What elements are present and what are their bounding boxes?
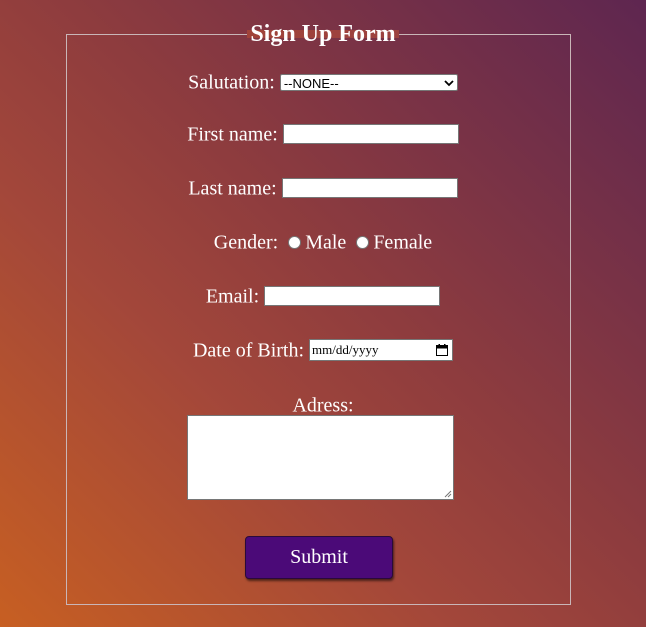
address-textarea[interactable]	[187, 415, 454, 500]
dob-row: Date of Birth: mm/dd/yyyy	[0, 337, 646, 362]
gender-female-radio[interactable]	[356, 235, 370, 249]
address-label: Adress:	[292, 394, 354, 417]
salutation-label: Salutation:	[188, 71, 275, 94]
dob-label: Date of Birth:	[192, 339, 305, 362]
gender-male-radio[interactable]	[288, 235, 302, 249]
last-name-row: Last name:	[0, 175, 646, 200]
first-name-label: First name:	[187, 123, 278, 146]
dob-placeholder: mm/dd/yyyy	[312, 342, 379, 358]
gender-female-label[interactable]: Female	[373, 231, 432, 253]
first-name-input[interactable]	[282, 124, 459, 145]
signup-fieldset	[66, 34, 571, 605]
gender-male-label[interactable]: Male	[305, 231, 346, 253]
address-row: Adress:	[0, 392, 646, 417]
resize-grip-icon[interactable]	[443, 489, 452, 498]
email-label: Email:	[205, 285, 260, 308]
last-name-label: Last name:	[188, 177, 277, 200]
calendar-icon[interactable]	[436, 344, 449, 357]
gender-label: Gender:	[213, 231, 279, 254]
salutation-selected-value: --NONE--	[283, 75, 339, 91]
email-input[interactable]	[264, 286, 441, 307]
dob-input[interactable]: mm/dd/yyyy	[309, 339, 454, 362]
form-title: Sign Up Form	[0, 18, 646, 50]
chevron-down-icon	[444, 80, 454, 87]
salutation-row: Salutation: --NONE--	[0, 69, 646, 94]
last-name-input[interactable]	[281, 178, 458, 199]
salutation-select[interactable]: --NONE--	[279, 73, 458, 91]
gender-row: Gender: Male Female	[0, 229, 646, 254]
email-row: Email:	[0, 283, 646, 308]
submit-button[interactable]: Submit	[245, 536, 393, 579]
form-title-text: Sign Up Form	[250, 21, 396, 47]
first-name-row: First name:	[0, 121, 646, 146]
